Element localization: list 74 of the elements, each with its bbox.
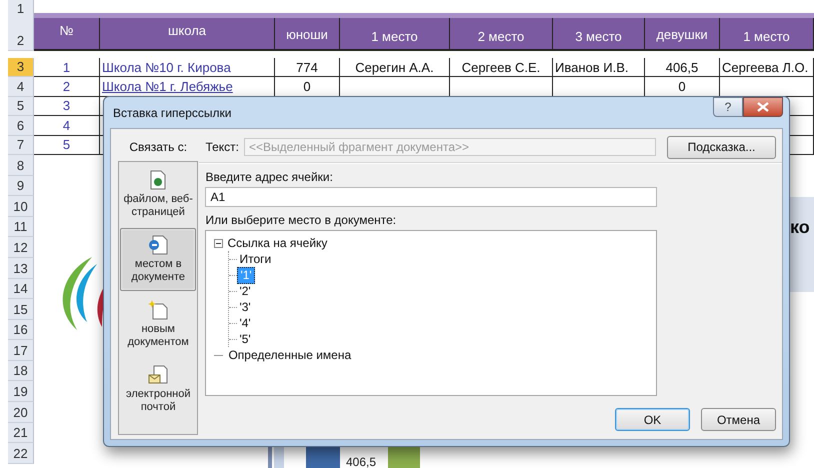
text-label: Текст: <box>205 140 239 154</box>
help-button[interactable]: ? <box>713 97 743 117</box>
column-header: 2 место <box>450 18 553 51</box>
tree-item[interactable]: '2' <box>237 284 253 298</box>
document-icon <box>149 170 168 190</box>
row-number[interactable]: 12 <box>8 237 34 258</box>
row-number[interactable]: 20 <box>8 402 34 423</box>
row-number[interactable]: 22 <box>8 443 34 464</box>
table-cell: Сергеев С.Е. <box>450 58 553 78</box>
tree-item[interactable]: Итоги <box>237 252 274 266</box>
row-number[interactable]: 1 <box>8 0 34 19</box>
link-target-button[interactable]: новым документом <box>120 293 196 356</box>
row-number[interactable]: 11 <box>8 216 34 238</box>
tree-item[interactable]: Определенные имена <box>226 348 354 362</box>
link-target-button[interactable]: местом в документе <box>120 228 196 291</box>
window-title: Вставка гиперссылки <box>112 106 232 120</box>
row-number[interactable]: 19 <box>8 381 34 402</box>
row-number[interactable]: 15 <box>8 299 34 320</box>
row-number[interactable]: 6 <box>8 116 34 136</box>
new-document-icon <box>148 300 168 320</box>
collapse-icon[interactable] <box>214 238 224 248</box>
link-target-button[interactable]: электронной почтой <box>120 358 196 421</box>
row-number[interactable]: 2 <box>8 18 34 51</box>
row-number[interactable]: 17 <box>8 340 34 361</box>
row-number[interactable]: 7 <box>8 136 34 155</box>
column-header: 1 место <box>720 18 814 51</box>
row-number[interactable]: 10 <box>8 196 34 217</box>
column-header: № <box>34 18 100 51</box>
close-button[interactable] <box>743 97 783 117</box>
table-cell: 5 <box>34 136 100 155</box>
table-cell: 3 <box>34 96 100 116</box>
email-document-icon <box>148 365 168 385</box>
tree-item[interactable]: '4' <box>237 316 253 330</box>
address-label: Введите адрес ячейки: <box>205 169 333 184</box>
column-header: школа <box>100 18 275 51</box>
table-cell: 1 <box>34 58 100 78</box>
table-cell: Серегин А.А. <box>340 58 450 78</box>
table-cell: 4 <box>34 116 100 136</box>
row-number[interactable]: 13 <box>8 258 34 279</box>
document-icon <box>148 235 168 255</box>
row-number[interactable]: 21 <box>8 422 34 444</box>
table-cell: 406,5 <box>645 58 720 78</box>
tree-item[interactable]: '5' <box>237 332 253 346</box>
screentip-button[interactable]: Подсказка... <box>667 136 776 158</box>
table-cell: Сергеева Л.О. <box>720 58 814 78</box>
ok-button[interactable]: OK <box>615 408 690 431</box>
row-number[interactable]: 5 <box>8 96 34 116</box>
cancel-button[interactable]: Отмена <box>701 408 776 431</box>
row-number[interactable]: 3 <box>8 58 34 78</box>
column-header: 3 место <box>553 18 645 51</box>
row-number[interactable]: 4 <box>8 77 34 97</box>
school-link[interactable]: Школа №10 г. Кирова <box>100 60 231 75</box>
chart-value-label: 406,5 <box>346 455 376 468</box>
column-header: 1 место <box>340 18 450 51</box>
row-number[interactable]: 8 <box>8 154 34 176</box>
school-link[interactable]: Школа №1 г. Лебяжье <box>100 79 233 94</box>
table-cell: 2 <box>34 77 100 97</box>
close-icon <box>757 102 769 112</box>
address-field[interactable]: A1 <box>205 187 658 207</box>
column-header: девушки <box>645 18 720 51</box>
column-header: юноши <box>275 18 340 51</box>
row-number[interactable]: 16 <box>8 320 34 340</box>
row-number[interactable]: 9 <box>8 176 34 196</box>
table-cell: Иванов И.В. <box>553 58 645 78</box>
row-number[interactable]: 18 <box>8 360 34 382</box>
tree-item[interactable]: Ссылка на ячейку <box>225 236 330 250</box>
chart-title: ко <box>790 217 810 238</box>
document-tree[interactable]: Ссылка на ячейку Итоги '1' '2' '3' '4' '5' Определенные имена <box>205 230 658 396</box>
row-number[interactable]: 14 <box>8 278 34 300</box>
link-to-label: Связать с: <box>128 139 188 156</box>
place-label: Или выберите место в документе: <box>205 212 396 227</box>
tree-item[interactable]: '3' <box>237 300 253 314</box>
link-target-button[interactable]: файлом, веб-страницей <box>120 163 196 226</box>
table-cell: 774 <box>275 58 340 78</box>
